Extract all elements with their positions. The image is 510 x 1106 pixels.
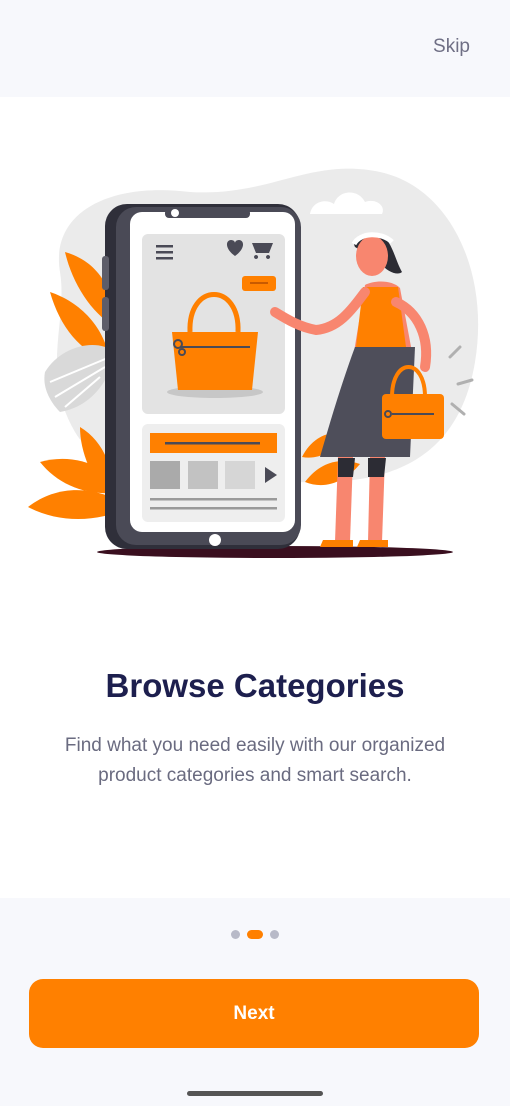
top-bar: Skip bbox=[0, 0, 510, 97]
next-button[interactable]: Next bbox=[29, 979, 479, 1048]
skip-button[interactable]: Skip bbox=[433, 36, 470, 58]
onboarding-title: Browse Categories bbox=[105, 667, 405, 704]
menu-icon bbox=[156, 245, 173, 260]
page-dot-2-active bbox=[247, 929, 263, 939]
home-indicator bbox=[187, 1091, 323, 1096]
shopping-phone-illustration bbox=[28, 168, 479, 558]
page-dot-3 bbox=[270, 929, 279, 939]
page-dot-1 bbox=[231, 929, 240, 939]
page-indicator bbox=[0, 928, 510, 940]
onboarding-content: Browse Categories Find what you need eas… bbox=[0, 97, 510, 898]
onboarding-description: Find what you need easily with our organ… bbox=[64, 735, 446, 786]
